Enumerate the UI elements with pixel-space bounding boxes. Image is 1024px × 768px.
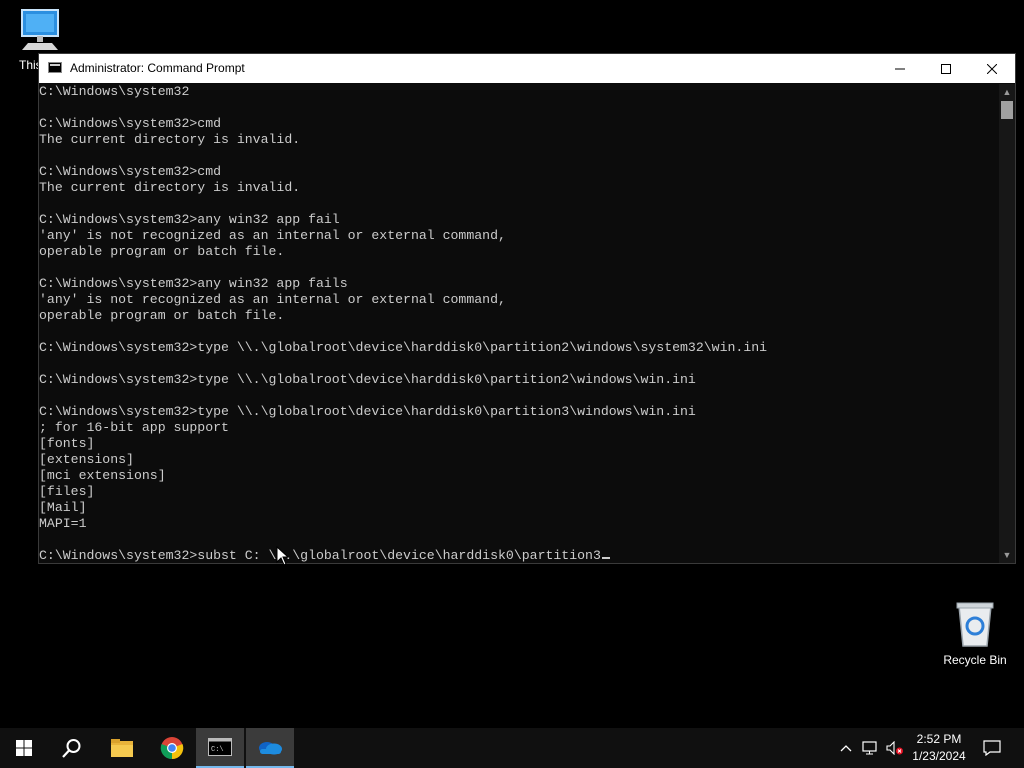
console-line-text: [Mail] bbox=[39, 500, 87, 515]
console-line-text: ; for 16-bit app support bbox=[39, 420, 229, 435]
recycle-bin-desktop-icon[interactable]: Recycle Bin bbox=[932, 600, 1018, 667]
console-line: C:\Windows\system32>subst C: \\.\globalr… bbox=[39, 548, 1000, 563]
chrome-icon bbox=[160, 737, 184, 760]
console-line-text: C:\Windows\system32>type \\.\globalroot\… bbox=[39, 404, 696, 419]
console-line-text: 'any' is not recognized as an internal o… bbox=[39, 292, 506, 307]
console-line-text: MAPI=1 bbox=[39, 516, 87, 531]
console-line: C:\Windows\system32>type \\.\globalroot\… bbox=[39, 404, 1000, 420]
chrome-button[interactable] bbox=[148, 728, 196, 768]
notifications-icon bbox=[983, 740, 1001, 756]
close-button[interactable] bbox=[969, 54, 1015, 83]
scroll-up-arrow-icon[interactable]: ▲ bbox=[999, 84, 1015, 100]
maximize-icon bbox=[941, 63, 951, 74]
network-button[interactable] bbox=[860, 728, 882, 768]
console-line-text: C:\Windows\system32>cmd bbox=[39, 164, 222, 179]
file-explorer-button[interactable] bbox=[98, 728, 146, 768]
maximize-button[interactable] bbox=[923, 54, 969, 83]
console-line: MAPI=1 bbox=[39, 516, 1000, 532]
console-line: 'any' is not recognized as an internal o… bbox=[39, 228, 1000, 244]
console-line-text: [fonts] bbox=[39, 436, 95, 451]
console-line: C:\Windows\system32>any win32 app fails bbox=[39, 276, 1000, 292]
console-line-text: C:\Windows\system32>subst C: \\.\globalr… bbox=[39, 548, 601, 563]
console-line-text: C:\Windows\system32>type \\.\globalroot\… bbox=[39, 340, 768, 355]
console-line: The current directory is invalid. bbox=[39, 180, 1000, 196]
title-bar[interactable]: Administrator: Command Prompt bbox=[39, 54, 1015, 83]
console-line: [mci extensions] bbox=[39, 468, 1000, 484]
mouse-pointer-icon bbox=[276, 546, 290, 566]
search-button[interactable] bbox=[48, 728, 96, 768]
command-prompt-window[interactable]: Administrator: Command Prompt C:\Windows… bbox=[38, 53, 1016, 564]
console-line: C:\Windows\system32>cmd bbox=[39, 164, 1000, 180]
network-icon bbox=[862, 741, 877, 755]
volume-muted-icon bbox=[886, 741, 903, 755]
console-line-text: The current directory is invalid. bbox=[39, 180, 301, 195]
console-line: C:\Windows\system32>type \\.\globalroot\… bbox=[39, 340, 1000, 356]
console-line: [Mail] bbox=[39, 500, 1000, 516]
console-line-text: C:\Windows\system32 bbox=[39, 84, 190, 99]
volume-button[interactable] bbox=[884, 728, 906, 768]
console-line-text: C:\Windows\system32>cmd bbox=[39, 116, 222, 131]
console-line: ; for 16-bit app support bbox=[39, 420, 1000, 436]
console-line-text: operable program or batch file. bbox=[39, 308, 285, 323]
console-line-text: [mci extensions] bbox=[39, 468, 166, 483]
cmd-app-icon[interactable] bbox=[48, 62, 62, 73]
recycle-bin-icon bbox=[956, 602, 994, 647]
command-prompt-icon: C:\ bbox=[208, 738, 232, 756]
scrollbar-thumb[interactable] bbox=[1001, 101, 1013, 119]
console-line: operable program or batch file. bbox=[39, 308, 1000, 324]
start-icon bbox=[16, 740, 32, 756]
window-title: Administrator: Command Prompt bbox=[70, 61, 245, 75]
console-line-text: [files] bbox=[39, 484, 95, 499]
recycle-bin-label: Recycle Bin bbox=[943, 653, 1007, 667]
onedrive-taskbar-button[interactable] bbox=[246, 728, 294, 768]
console-line-text: C:\Windows\system32>any win32 app fails bbox=[39, 276, 348, 291]
action-center-button[interactable] bbox=[980, 728, 1004, 768]
minimize-button[interactable] bbox=[877, 54, 923, 83]
console-line: C:\Windows\system32>type \\.\globalroot\… bbox=[39, 372, 1000, 388]
console-line-text: [extensions] bbox=[39, 452, 134, 467]
show-hidden-icons-button[interactable] bbox=[837, 728, 855, 768]
vertical-scrollbar[interactable]: ▲ ▼ bbox=[999, 84, 1015, 563]
file-explorer-icon bbox=[111, 739, 133, 757]
console-line: C:\Windows\system32 bbox=[39, 84, 1000, 100]
computer-icon bbox=[21, 9, 59, 50]
console-line: operable program or batch file. bbox=[39, 244, 1000, 260]
taskbar: C:\ 2:52 PM 1/23/2024 bbox=[0, 728, 1024, 768]
console-line: 'any' is not recognized as an internal o… bbox=[39, 292, 1000, 308]
console-line-text: C:\Windows\system32>type \\.\globalroot\… bbox=[39, 372, 696, 387]
console-line: C:\Windows\system32>cmd bbox=[39, 116, 1000, 132]
clock-date: 1/23/2024 bbox=[912, 749, 966, 763]
svg-text:C:\: C:\ bbox=[211, 746, 224, 754]
search-icon bbox=[62, 739, 81, 758]
console-line: C:\Windows\system32>any win32 app fail bbox=[39, 212, 1000, 228]
start-button[interactable] bbox=[0, 728, 48, 768]
scroll-down-arrow-icon[interactable]: ▼ bbox=[999, 547, 1015, 563]
onedrive-icon bbox=[259, 742, 282, 755]
this-pc-desktop-icon[interactable]: This bbox=[0, 8, 80, 72]
console-line-text: C:\Windows\system32>any win32 app fail bbox=[39, 212, 340, 227]
console-output[interactable]: C:\Windows\system32 C:\Windows\system32>c… bbox=[39, 84, 1000, 563]
text-cursor bbox=[601, 557, 610, 559]
console-line-text: operable program or batch file. bbox=[39, 244, 285, 259]
console-line-text: The current directory is invalid. bbox=[39, 132, 301, 147]
console-line-text: 'any' is not recognized as an internal o… bbox=[39, 228, 506, 243]
command-prompt-taskbar-button[interactable]: C:\ bbox=[196, 728, 244, 768]
chevron-up-icon bbox=[840, 745, 852, 752]
close-icon bbox=[987, 63, 997, 74]
console-line: [files] bbox=[39, 484, 1000, 500]
minimize-icon bbox=[895, 68, 905, 69]
console-line: The current directory is invalid. bbox=[39, 132, 1000, 148]
console-line: [fonts] bbox=[39, 436, 1000, 452]
clock-time: 2:52 PM bbox=[916, 732, 962, 746]
console-line: [extensions] bbox=[39, 452, 1000, 468]
system-clock[interactable]: 2:52 PM 1/23/2024 bbox=[906, 731, 972, 765]
